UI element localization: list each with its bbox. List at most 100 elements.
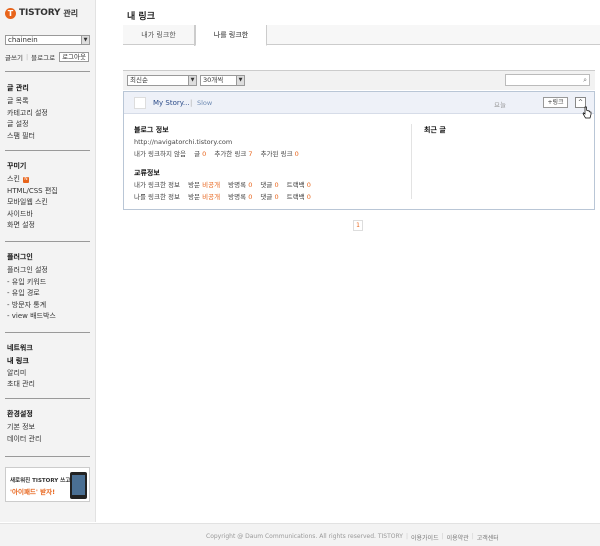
- footer-link-support[interactable]: 고객센터: [477, 533, 499, 542]
- guestbook-value: 0: [248, 193, 253, 201]
- comment-label: 댓글: [260, 193, 273, 201]
- menu-item-invite[interactable]: 초대 관리: [7, 379, 35, 391]
- search-icon[interactable]: ⌕: [583, 76, 587, 85]
- top-links: 글쓰기 | 블로그로 로그아웃: [5, 52, 89, 62]
- exchange-title: 교류정보: [134, 169, 160, 177]
- logout-button[interactable]: 로그아웃: [59, 52, 89, 62]
- blog-info-title: 블로그 정보: [134, 126, 169, 134]
- trackback-label: 트랙백: [286, 181, 305, 189]
- menu-section-plugin: 플러그인 플러그인 설정 - 유입 키워드 - 유입 경로 - 방문자 통계 -…: [7, 252, 56, 323]
- comment-value: 0: [274, 181, 279, 189]
- count-select-value: 30개씩: [203, 76, 224, 84]
- guestbook-label: 방명록: [228, 193, 247, 201]
- row-label: 나를 링크한 정보: [134, 193, 180, 201]
- menu-item-skin[interactable]: 스킨 N: [7, 174, 58, 186]
- chevron-down-icon: ▼: [188, 76, 196, 85]
- link-status: 요늘: [494, 101, 506, 109]
- link-tag: Slow: [197, 99, 213, 107]
- tab-linked-me[interactable]: 나를 링크한: [195, 25, 267, 46]
- count-select[interactable]: 30개씩 ▼: [200, 75, 245, 86]
- added-by-label: 추가된 링크: [260, 150, 293, 158]
- divider: [5, 398, 90, 399]
- menu-item-sidebar[interactable]: 사이드바: [7, 209, 58, 221]
- separator: |: [25, 53, 29, 61]
- page-title: 내 링크: [127, 12, 155, 22]
- sort-select-value: 최신순: [130, 76, 148, 84]
- blog-info: 블로그 정보 http://navigatorchi.tistory.com 내…: [134, 124, 299, 160]
- recent-posts-title: 최근 글: [424, 126, 446, 134]
- menu-heading: 환경설정: [7, 410, 33, 418]
- added-links-count: 7: [248, 150, 253, 158]
- menu-item-category[interactable]: 카테고리 설정: [7, 108, 48, 120]
- chevron-down-icon: ▼: [236, 76, 244, 85]
- exchange-info: 교류정보 내가 링크한 정보 방문 비공개 방명록 0 댓글 0 트랙백 0 나…: [134, 167, 311, 203]
- added-by-count: 0: [294, 150, 299, 158]
- visit-label: 방문: [188, 181, 201, 189]
- divider: [5, 71, 90, 72]
- go-blog-link[interactable]: 블로그로: [31, 52, 55, 62]
- tistory-logo[interactable]: T TISTORY 관리: [5, 7, 78, 19]
- posts-count: 0: [202, 150, 207, 158]
- write-link[interactable]: 글쓰기: [5, 52, 23, 62]
- menu-item-inflow-keywords[interactable]: - 유입 키워드: [7, 277, 56, 289]
- banner-line1: 새로워진 TISTORY 쓰고: [10, 478, 71, 484]
- visit-value: 비공개: [202, 193, 221, 201]
- footer-link-guide[interactable]: 이용가이드: [411, 533, 439, 542]
- exchange-row: 내가 링크한 정보 방문 비공개 방명록 0 댓글 0 트랙백 0: [134, 179, 311, 191]
- link-blog-name[interactable]: My Story...: [153, 99, 190, 107]
- logo-text: TISTORY: [19, 8, 61, 18]
- separator: |: [441, 533, 444, 540]
- menu-item-spam-filter[interactable]: 스팸 필터: [7, 131, 48, 143]
- sort-select[interactable]: 최신순 ▼: [127, 75, 197, 86]
- footer: Copyright @ Daum Communications. All rig…: [0, 523, 600, 546]
- menu-section-network: 네트워크 내 링크 알리미 초대 관리: [7, 343, 35, 391]
- menu-section-environment: 환경설정 기본 정보 데이터 관리: [7, 409, 41, 445]
- menu-item-basic-info[interactable]: 기본 정보: [7, 422, 41, 434]
- tab-my-linked[interactable]: 내가 링크한: [123, 25, 195, 46]
- ipad-promo-banner[interactable]: 새로워진 TISTORY 쓰고 '아이패드' 받자!: [5, 467, 90, 502]
- menu-item-view-badbox[interactable]: - view 배드박스: [7, 311, 56, 323]
- menu-item-my-links[interactable]: 내 링크: [7, 356, 35, 368]
- menu-heading: 플러그인: [7, 253, 33, 261]
- menu-item-plugin-settings[interactable]: 플러그인 설정: [7, 265, 56, 277]
- not-linked-label: 내가 링크하지 않음: [134, 150, 186, 158]
- menu-item-visitor-stats[interactable]: - 방문자 통계: [7, 300, 56, 312]
- blog-select[interactable]: chainein ▼: [5, 35, 90, 45]
- menu-heading: 글 관리: [7, 84, 29, 92]
- tab-bar: 내가 링크한 나를 링크한: [123, 25, 600, 46]
- divider: [411, 124, 412, 199]
- guestbook-value: 0: [248, 181, 253, 189]
- trackback-value: 0: [306, 193, 311, 201]
- row-label: 내가 링크한 정보: [134, 181, 180, 189]
- menu-heading: 네트워크: [7, 344, 33, 352]
- menu-item-mobile-skin[interactable]: 모바일웹 스킨: [7, 197, 58, 209]
- page-number-1[interactable]: 1: [353, 220, 363, 231]
- separator: |: [471, 533, 474, 540]
- footer-text: Copyright @ Daum Communications. All rig…: [206, 533, 499, 542]
- menu-item-post-list[interactable]: 글 목록: [7, 96, 48, 108]
- trackback-label: 트랙백: [286, 193, 305, 201]
- menu-item-html-css[interactable]: HTML/CSS 편집: [7, 186, 58, 198]
- sidebar: T TISTORY 관리 chainein ▼ 글쓰기 | 블로그로 로그아웃 …: [0, 0, 96, 522]
- footer-link-terms[interactable]: 이용약관: [447, 533, 469, 542]
- hand-cursor-icon: [582, 106, 592, 119]
- comment-value: 0: [274, 193, 279, 201]
- trackback-value: 0: [306, 181, 311, 189]
- menu-item-data-management[interactable]: 데이터 관리: [7, 434, 41, 446]
- chevron-down-icon: ▼: [81, 36, 89, 44]
- menu-item-inflow-path[interactable]: - 유입 경로: [7, 288, 56, 300]
- search-input[interactable]: ⌕: [505, 74, 590, 86]
- blog-url[interactable]: http://navigatorchi.tistory.com: [134, 136, 299, 148]
- posts-label: 글: [194, 150, 201, 158]
- tistory-logo-icon: T: [5, 7, 16, 19]
- banner-line2: '아이패드' 받자!: [10, 488, 56, 496]
- filter-bar: 최신순 ▼ 30개씩 ▼ ⌕: [123, 70, 595, 90]
- ipad-image: [70, 472, 87, 499]
- blog-stats: 내가 링크하지 않음 글 0 추가한 링크 7 추가된 링크 0: [134, 148, 299, 160]
- logo-sub: 관리: [63, 8, 79, 18]
- add-link-button[interactable]: +링크: [543, 97, 568, 108]
- menu-item-screen-settings[interactable]: 화면 설정: [7, 220, 58, 232]
- menu-item-notifier[interactable]: 알리미: [7, 368, 35, 380]
- exchange-row: 나를 링크한 정보 방문 비공개 방명록 0 댓글 0 트랙백 0: [134, 191, 311, 203]
- menu-item-post-settings[interactable]: 글 설정: [7, 119, 48, 131]
